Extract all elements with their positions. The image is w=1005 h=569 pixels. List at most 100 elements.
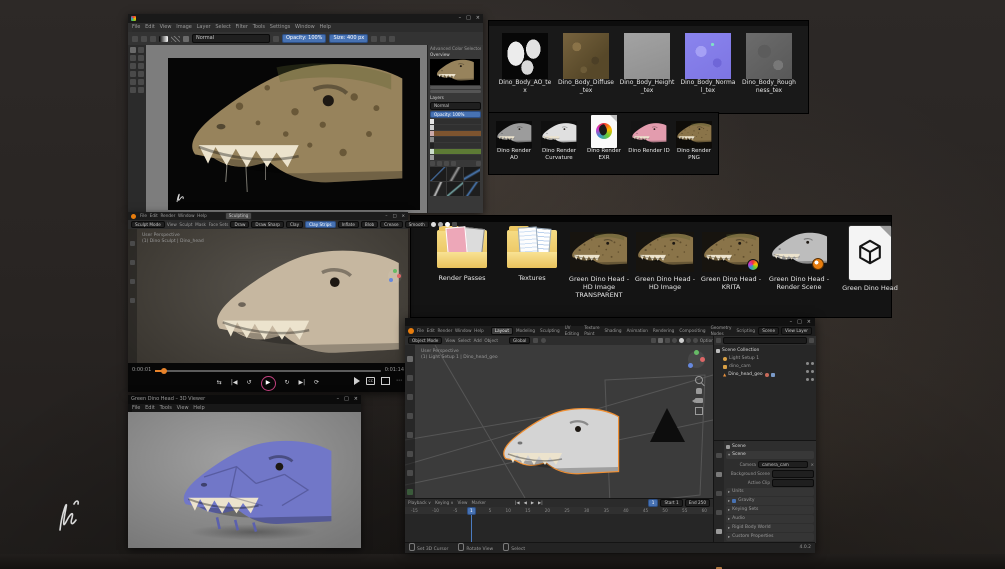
color-picker-tool[interactable] <box>130 79 136 85</box>
rectangle-tool[interactable] <box>130 55 136 61</box>
perspective-toggle-icon[interactable] <box>695 407 703 415</box>
blender-menubar[interactable]: File Edit Render Window Help <box>417 328 484 334</box>
layer-row[interactable] <box>430 149 481 154</box>
overlay-toggle-icon[interactable] <box>452 222 457 227</box>
brush-blob[interactable]: Blob <box>361 221 378 229</box>
viewer-viewport[interactable] <box>128 412 361 548</box>
duplicate-layer-button[interactable] <box>437 161 442 166</box>
select-free-tool[interactable] <box>130 87 136 93</box>
camera-view-icon[interactable] <box>695 398 703 403</box>
close-icon[interactable]: × <box>401 213 405 219</box>
transform-tool-icon[interactable] <box>130 279 135 284</box>
previous-frame-icon[interactable]: ◀ <box>524 500 527 506</box>
krita-titlebar[interactable]: – □ × <box>128 14 483 23</box>
brush-crease[interactable]: Crease <box>380 221 402 229</box>
maximize-icon[interactable]: □ <box>393 213 397 219</box>
minimize-icon[interactable]: – <box>459 15 462 22</box>
maximize-icon[interactable]: □ <box>344 396 349 403</box>
minimize-icon[interactable]: – <box>790 319 793 326</box>
tab-animation[interactable]: Animation <box>625 328 650 334</box>
reload-preset-icon[interactable] <box>371 36 377 42</box>
tab-sculpting[interactable]: Sculpting <box>538 328 562 334</box>
select-rect-tool[interactable] <box>138 79 144 85</box>
video-menubar[interactable]: File Edit Render Window Help <box>140 213 207 219</box>
maximize-icon[interactable]: □ <box>797 319 802 326</box>
shading-mode-icon[interactable] <box>445 222 450 227</box>
new-doc-icon[interactable] <box>132 36 138 42</box>
brush-draw-sharp[interactable]: Draw Sharp <box>251 221 284 229</box>
rotation-slider[interactable] <box>430 90 481 93</box>
layer-row[interactable] <box>430 137 481 142</box>
mirror-icon[interactable] <box>380 36 386 42</box>
file-icon-render-scene[interactable]: Green Dino Head - Render Scene <box>766 230 832 291</box>
scale-tool-icon[interactable] <box>407 432 413 438</box>
gravity-checkbox[interactable] <box>732 499 736 503</box>
close-icon[interactable]: × <box>354 396 358 403</box>
layer-row[interactable] <box>430 155 481 160</box>
solid-shading-icon[interactable] <box>679 338 684 343</box>
blender-viewport[interactable]: User Perspective (1) Light Setup 1 | Din… <box>405 345 713 498</box>
jump-to-start-icon[interactable]: |◀ <box>515 500 520 506</box>
transform-orientation-select[interactable]: Global <box>509 337 530 345</box>
brush-draw[interactable]: Draw <box>230 221 249 229</box>
move-tool[interactable] <box>130 63 136 69</box>
forward-icon[interactable]: ↻ <box>285 379 290 387</box>
gravity-section[interactable]: ▸ Gravity <box>726 497 814 505</box>
play-button[interactable]: ▶ <box>261 376 276 391</box>
camera-field-value[interactable]: camera_cam <box>758 461 808 469</box>
current-frame-field[interactable]: 1 <box>648 499 659 507</box>
scene-props-tab[interactable] <box>716 529 722 534</box>
layer-row[interactable] <box>430 143 481 148</box>
view-layer-select[interactable]: View Layer <box>781 327 812 335</box>
minimize-icon[interactable]: – <box>337 396 340 403</box>
tab-compositing[interactable]: Compositing <box>677 328 707 334</box>
file-icon-dino-body-ao[interactable]: Dino_Body_AO_tex <box>497 33 553 94</box>
brush-preset[interactable] <box>464 167 480 181</box>
brush-preset[interactable] <box>447 182 463 196</box>
file-icon-dino-body-diffuse[interactable]: Dino_Body_Diffuse_tex <box>558 33 614 94</box>
active-clip-value[interactable] <box>772 479 814 487</box>
move-layer-up-button[interactable] <box>444 161 449 166</box>
matcap-sphere-icon[interactable] <box>431 222 436 227</box>
tab-rendering[interactable]: Rendering <box>651 328 676 334</box>
scene-section-header[interactable]: ▾ Scene <box>726 451 814 459</box>
brush-clay[interactable]: Clay <box>286 221 303 229</box>
frame-start-field[interactable]: Start 1 <box>660 499 682 507</box>
file-icon-hd-image-transparent[interactable]: Green Dino Head - HD Image TRANSPARENT <box>566 232 632 299</box>
pattern-chip-icon[interactable] <box>171 36 180 42</box>
rigid-body-world-section[interactable]: ▸Rigid Body World <box>726 524 814 532</box>
audio-section[interactable]: ▸Audio <box>726 515 814 523</box>
tweak-tool-icon[interactable] <box>130 241 135 246</box>
frame-end-field[interactable]: End 250 <box>685 499 710 507</box>
disable-render-icon[interactable] <box>811 378 814 381</box>
brush-smooth[interactable]: Smooth <box>405 221 429 229</box>
brush-preset[interactable] <box>430 167 446 181</box>
select-box-tool-icon[interactable] <box>407 356 413 362</box>
cursor-tool-icon[interactable] <box>407 375 413 381</box>
clear-icon[interactable]: × <box>810 462 814 468</box>
measure-tool-icon[interactable] <box>407 489 413 495</box>
brush-tool-icon[interactable] <box>183 36 189 42</box>
krita-menubar[interactable]: File Edit View Image Layer Select Filter… <box>132 23 483 32</box>
scene-select[interactable]: Scene <box>758 327 779 335</box>
timeline-menus[interactable]: Playback ∨ Keying ∨ View Marker <box>408 500 486 506</box>
file-icon-dino-body-roughness[interactable]: Dino_Body_Roughness_tex <box>741 33 797 94</box>
outliner-row-root[interactable]: Scene Collection <box>716 347 814 355</box>
play-animation-icon[interactable]: ▶ <box>531 500 534 506</box>
shuffle-icon[interactable]: ⇆ <box>217 379 222 387</box>
fullscreen-icon[interactable] <box>381 377 390 385</box>
save-icon[interactable] <box>150 36 156 42</box>
move-tool-icon[interactable] <box>407 394 413 400</box>
wireframe-shading-icon[interactable] <box>672 338 677 343</box>
outliner-display-mode-icon[interactable] <box>716 338 721 343</box>
seek-bar[interactable] <box>155 370 380 372</box>
open-doc-icon[interactable] <box>141 36 147 42</box>
annotate-tool-icon[interactable] <box>407 470 413 476</box>
subtitles-icon[interactable]: cc <box>366 377 375 385</box>
viewer-titlebar[interactable]: Green Dino Head – 3D Viewer – □ × <box>128 395 361 404</box>
fill-tool[interactable] <box>130 71 136 77</box>
layer-row[interactable] <box>430 131 481 136</box>
viewer-menubar[interactable]: File Edit Tools View Help <box>132 404 361 412</box>
layer-opacity-slider[interactable]: Opacity: 100% <box>430 111 481 119</box>
show-gizmo-icon[interactable] <box>651 338 656 343</box>
